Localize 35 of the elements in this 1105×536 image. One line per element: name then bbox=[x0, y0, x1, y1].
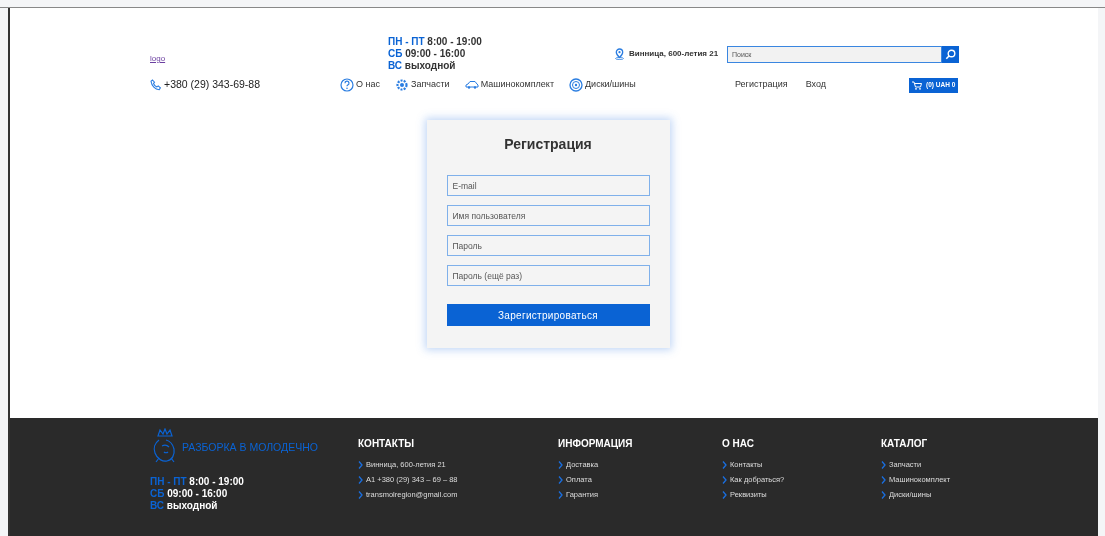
schedule-line: ВС выходной bbox=[150, 500, 219, 512]
column-heading: О НАС bbox=[722, 437, 755, 451]
phone-number: +380 (29) 343-69-88 bbox=[164, 77, 261, 93]
schedule-line: СБ 09:00 - 16:00 bbox=[150, 488, 229, 500]
address-text: Винница, 600-летия 21 bbox=[629, 48, 719, 60]
account-link[interactable]: Вход bbox=[805, 78, 826, 92]
schedule-line: ВС выходной bbox=[388, 60, 457, 72]
location-pin-icon bbox=[614, 48, 625, 60]
column-heading: КАТАЛОГ bbox=[881, 437, 929, 451]
gear-icon bbox=[395, 78, 409, 92]
nav-link[interactable]: Запчасти bbox=[411, 78, 450, 92]
nav-link[interactable]: Диски/шины bbox=[585, 78, 636, 92]
brand-name: РАЗБОРКА В МОЛОДЕЧНО bbox=[182, 440, 318, 456]
logo-link[interactable]: logo bbox=[150, 53, 388, 72]
wheel-icon bbox=[569, 78, 583, 92]
account-link[interactable]: Регистрация bbox=[735, 78, 788, 92]
input-field[interactable]: Пароль bbox=[446, 235, 650, 256]
search-icon bbox=[945, 49, 956, 60]
question-circle-icon bbox=[340, 78, 354, 92]
column-heading: КОНТАКТЫ bbox=[358, 437, 416, 451]
schedule-line: СБ 09:00 - 16:00 bbox=[388, 48, 467, 60]
schedule-line: ПН - ПТ 8:00 - 19:00 bbox=[150, 476, 245, 488]
register-button[interactable]: Зарегистрироваться bbox=[446, 304, 650, 326]
nav-link[interactable]: О нас bbox=[356, 78, 380, 92]
phone-icon bbox=[150, 79, 162, 91]
input-field[interactable]: E-mail bbox=[446, 175, 650, 196]
column-heading: ИНФОРМАЦИЯ bbox=[558, 437, 634, 451]
form-title: Регистрация bbox=[503, 135, 593, 154]
nav-link[interactable]: Машинокомплект bbox=[480, 78, 554, 92]
schedule-line: ПН - ПТ 8:00 - 19:00 bbox=[388, 36, 483, 48]
cart-icon bbox=[912, 80, 922, 90]
input-field[interactable]: Пароль (ещё раз) bbox=[446, 265, 650, 286]
search-button[interactable] bbox=[942, 46, 959, 63]
car-icon bbox=[464, 78, 479, 92]
input-field[interactable]: Имя пользователя bbox=[446, 205, 650, 226]
